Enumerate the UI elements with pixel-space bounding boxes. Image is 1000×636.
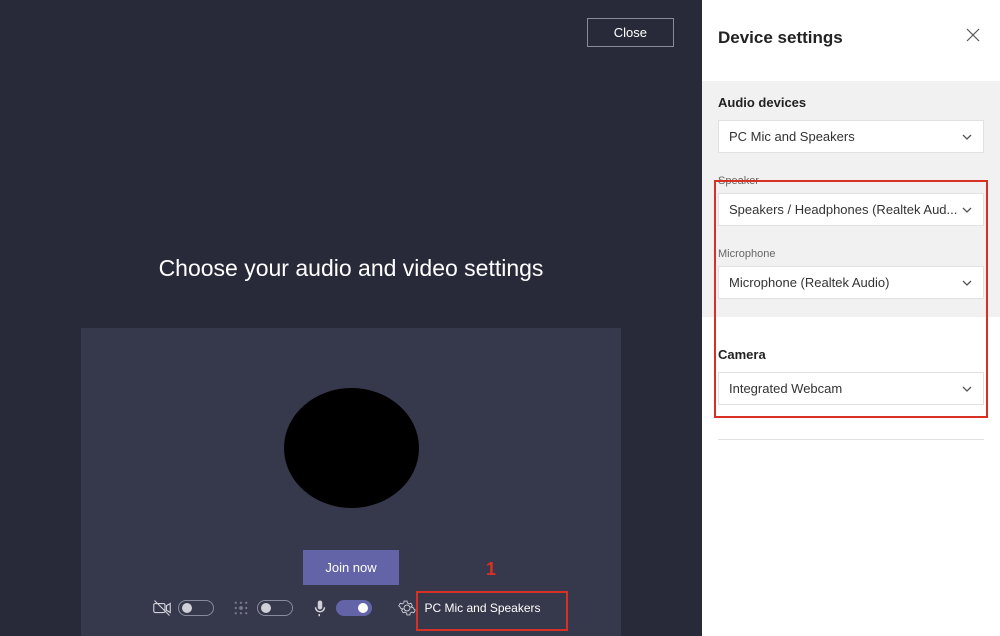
device-settings-panel: Device settings 2 Audio devices PC Mic a…	[702, 0, 1000, 636]
avatar	[284, 388, 419, 508]
close-icon	[966, 28, 980, 42]
page-title: Choose your audio and video settings	[159, 255, 544, 282]
chevron-down-icon	[961, 383, 973, 395]
camera-section: Camera Integrated Webcam	[718, 317, 984, 405]
mic-control	[311, 599, 372, 617]
mic-icon	[311, 599, 329, 617]
join-now-button[interactable]: Join now	[303, 550, 398, 585]
divider	[718, 439, 984, 440]
video-preview: Join now	[81, 328, 621, 636]
annotation-label-1: 1	[486, 559, 496, 580]
audio-devices-value: PC Mic and Speakers	[729, 129, 855, 144]
camera-off-icon	[153, 599, 171, 617]
background-blur-icon	[232, 599, 250, 617]
device-settings-button[interactable]: PC Mic and Speakers	[390, 595, 548, 621]
audio-devices-label: Audio devices	[718, 95, 984, 110]
prejoin-main: Close Choose your audio and video settin…	[0, 0, 702, 636]
camera-dropdown[interactable]: Integrated Webcam	[718, 372, 984, 405]
camera-control	[153, 599, 214, 617]
audio-section: Audio devices PC Mic and Speakers Speake…	[702, 81, 1000, 317]
microphone-label: Microphone	[718, 248, 984, 260]
microphone-dropdown[interactable]: Microphone (Realtek Audio)	[718, 266, 984, 299]
sidebar-title: Device settings	[718, 28, 843, 48]
speaker-value: Speakers / Headphones (Realtek Aud...	[729, 202, 957, 217]
camera-value: Integrated Webcam	[729, 381, 842, 396]
chevron-down-icon	[961, 131, 973, 143]
sidebar-header: Device settings	[718, 24, 984, 51]
audio-devices-dropdown[interactable]: PC Mic and Speakers	[718, 120, 984, 153]
camera-toggle[interactable]	[178, 600, 214, 616]
microphone-value: Microphone (Realtek Audio)	[729, 275, 889, 290]
close-button[interactable]: Close	[587, 18, 674, 47]
device-status-label: PC Mic and Speakers	[424, 601, 540, 615]
close-panel-button[interactable]	[962, 24, 984, 51]
chevron-down-icon	[961, 204, 973, 216]
speaker-label: Speaker	[718, 175, 984, 187]
blur-control	[232, 599, 293, 617]
gear-icon	[398, 599, 416, 617]
blur-toggle[interactable]	[257, 600, 293, 616]
control-bar: PC Mic and Speakers	[81, 595, 621, 621]
camera-label: Camera	[718, 347, 984, 362]
mic-toggle[interactable]	[336, 600, 372, 616]
speaker-dropdown[interactable]: Speakers / Headphones (Realtek Aud...	[718, 193, 984, 226]
chevron-down-icon	[961, 277, 973, 289]
